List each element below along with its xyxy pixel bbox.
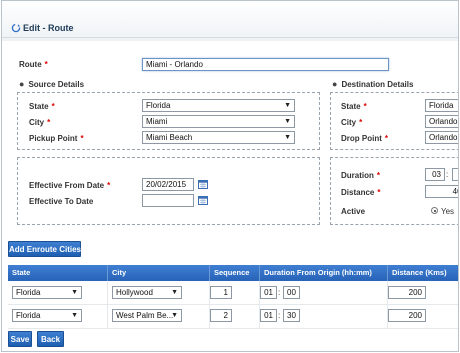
dest-city-select[interactable]: Orlando <box>425 115 458 128</box>
chevron-down-icon: ▼ <box>71 312 78 319</box>
save-button[interactable]: Save <box>8 331 32 347</box>
row2-city-select[interactable]: West Palm Be... ▼ <box>112 309 182 322</box>
duration-minutes-input[interactable] <box>452 168 458 181</box>
drop-point-select[interactable]: Orlando <box>425 131 458 144</box>
row2-state-select[interactable]: Florida ▼ <box>12 309 82 322</box>
col-duration[interactable]: Duration From Origin (hh:mm) <box>260 265 388 281</box>
back-button[interactable]: Back <box>37 331 64 347</box>
title-divider <box>2 37 458 38</box>
col-sequence[interactable]: Sequence <box>210 265 260 281</box>
distance-label: Distance * <box>341 188 381 197</box>
chevron-down-icon: ▼ <box>171 289 178 296</box>
edit-route-window: Edit - Route Route * Miami - Orlando ● Sou… <box>1 0 459 352</box>
row2-distance-input[interactable]: 200 <box>388 309 426 322</box>
route-label: Route * <box>19 60 48 69</box>
pickup-point-select[interactable]: Miami Beach ▼ <box>142 131 295 144</box>
dest-city-label: City * <box>341 118 363 127</box>
source-legend: ● Source Details <box>19 79 89 89</box>
effective-from-input[interactable]: 20/02/2015 <box>142 178 194 191</box>
source-state-select[interactable]: Florida ▼ <box>142 99 295 112</box>
row1-city-select[interactable]: Hollywood ▼ <box>112 286 182 299</box>
col-city[interactable]: City <box>108 265 210 281</box>
col-distance[interactable]: Distance (Kms) <box>388 265 458 281</box>
dest-state-select[interactable]: Florida <box>425 99 458 112</box>
source-city-select[interactable]: Miami ▼ <box>142 115 295 128</box>
route-input[interactable]: Miami - Orlando <box>142 58 389 71</box>
title-bar: Edit - Route <box>2 1 458 41</box>
duration-separator: : <box>446 170 449 179</box>
effective-from-label: Effective From Date * <box>29 181 111 190</box>
chevron-down-icon: ▼ <box>71 289 78 296</box>
active-yes-radio[interactable] <box>431 207 438 214</box>
chevron-down-icon: ▼ <box>284 102 291 109</box>
distance-input[interactable]: 400 <box>425 185 458 198</box>
row2-sequence-input[interactable]: 2 <box>210 309 232 322</box>
page-title: Edit - Route <box>23 23 74 33</box>
row2-hours-input[interactable]: 01 <box>260 309 277 322</box>
row1-hours-input[interactable]: 01 <box>260 286 277 299</box>
source-state-label: State * <box>29 102 55 111</box>
col-state[interactable]: State <box>8 265 108 281</box>
destination-legend: ● Destination Details <box>332 79 418 89</box>
drop-point-label: Drop Point * <box>341 134 389 143</box>
source-dates-group <box>17 157 320 225</box>
row1-sequence-input[interactable]: 1 <box>210 286 232 299</box>
duration-hours-input[interactable]: 03 <box>425 168 445 181</box>
calendar-icon[interactable] <box>198 195 208 205</box>
duration-label: Duration * <box>341 171 381 180</box>
refresh-icon <box>11 23 21 33</box>
row1-time-separator: : <box>278 288 281 297</box>
row1-distance-input[interactable]: 200 <box>388 286 426 299</box>
row2-minutes-input[interactable]: 30 <box>283 309 300 322</box>
source-city-label: City * <box>29 118 51 127</box>
effective-to-label: Effective To Date <box>29 197 94 206</box>
effective-to-input[interactable] <box>142 194 194 207</box>
calendar-icon[interactable] <box>198 179 208 189</box>
enroute-table-header: State City Sequence Duration From Origin… <box>8 265 458 281</box>
row2-time-separator: : <box>278 311 281 320</box>
chevron-down-icon: ▼ <box>171 312 178 319</box>
row1-state-select[interactable]: Florida ▼ <box>12 286 82 299</box>
add-enroute-cities-button[interactable]: Add Enroute Cities <box>8 241 81 257</box>
dest-state-label: State * <box>341 102 367 111</box>
chevron-down-icon: ▼ <box>284 118 291 125</box>
chevron-down-icon: ▼ <box>284 134 291 141</box>
pickup-point-label: Pickup Point * <box>29 134 84 143</box>
row1-minutes-input[interactable]: 00 <box>283 286 300 299</box>
active-yes-label: Yes <box>441 207 455 216</box>
active-label: Active <box>341 207 366 216</box>
